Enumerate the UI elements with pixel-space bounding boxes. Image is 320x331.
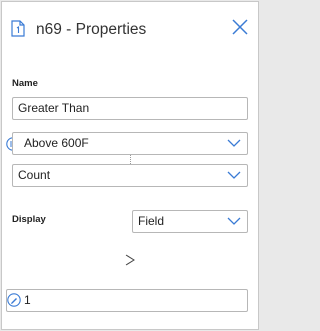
- page-title: n69 - Properties: [36, 21, 147, 38]
- condition-select[interactable]: Above 600F: [12, 132, 248, 155]
- display-label: Display: [12, 214, 46, 225]
- aggregate-select[interactable]: Count: [12, 164, 248, 187]
- value-input[interactable]: 1: [6, 289, 248, 312]
- properties-panel: n69 - Properties Name Greater Than Above…: [1, 1, 259, 330]
- name-label: Name: [12, 78, 38, 89]
- pencil-icon[interactable]: [7, 293, 21, 307]
- panel-header: n69 - Properties: [2, 2, 258, 56]
- aggregate-select-value: Count: [18, 168, 51, 182]
- chevron-right-icon[interactable]: [124, 253, 136, 267]
- condition-select-value: Above 600F: [24, 136, 89, 150]
- close-icon[interactable]: [231, 18, 249, 36]
- chevron-down-icon: [227, 217, 241, 225]
- document-icon: [11, 20, 25, 37]
- chevron-down-icon: [227, 139, 241, 147]
- chevron-down-icon: [227, 171, 241, 179]
- display-select-value: Field: [138, 214, 165, 228]
- display-select[interactable]: Field: [132, 210, 248, 233]
- name-field[interactable]: Greater Than: [12, 97, 248, 120]
- connector-line: [130, 155, 131, 164]
